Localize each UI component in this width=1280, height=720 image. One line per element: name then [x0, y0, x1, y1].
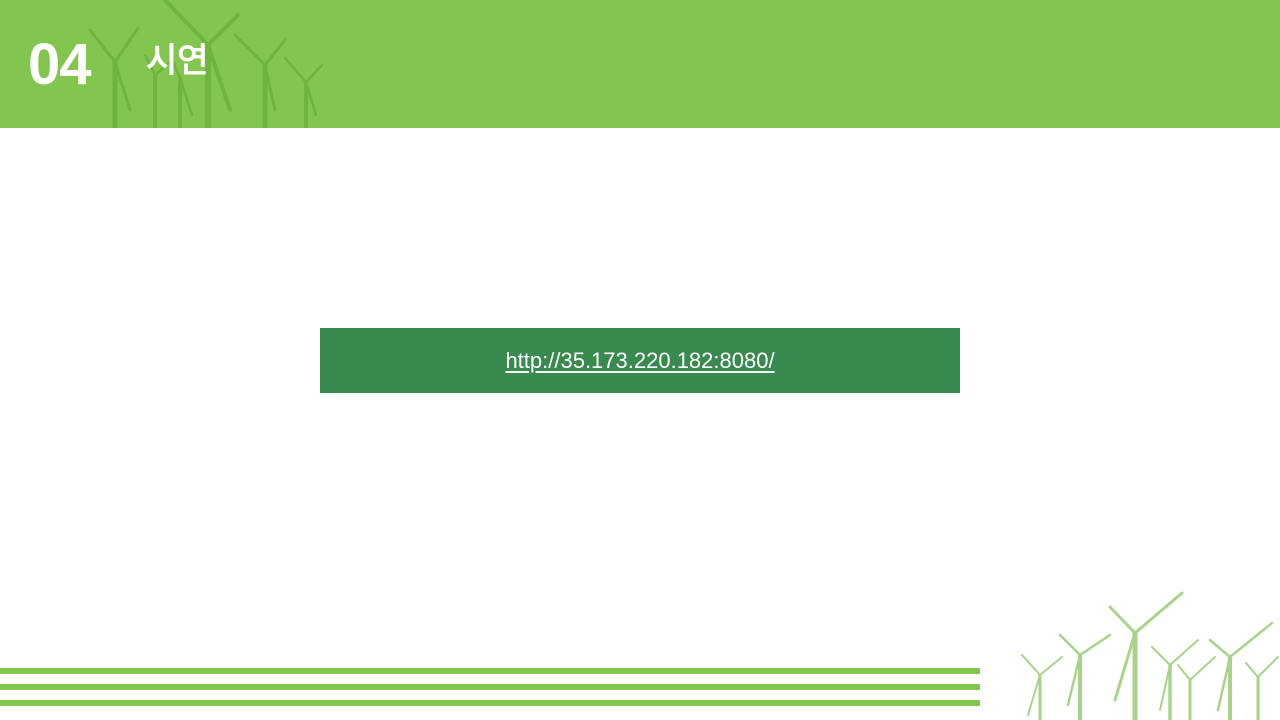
wind-turbines-icon [1021, 591, 1279, 720]
footer-stripe-3 [0, 700, 980, 706]
footer-stripe-2 [0, 684, 980, 690]
header-bar: 04 시연 [0, 0, 1280, 128]
footer-stripe-1 [0, 668, 980, 674]
demo-url-link[interactable]: http://35.173.220.182:8080/ [505, 348, 774, 374]
demo-link-box: http://35.173.220.182:8080/ [320, 328, 960, 393]
section-title: 시연 [146, 41, 209, 81]
section-number: 04 [28, 32, 92, 97]
